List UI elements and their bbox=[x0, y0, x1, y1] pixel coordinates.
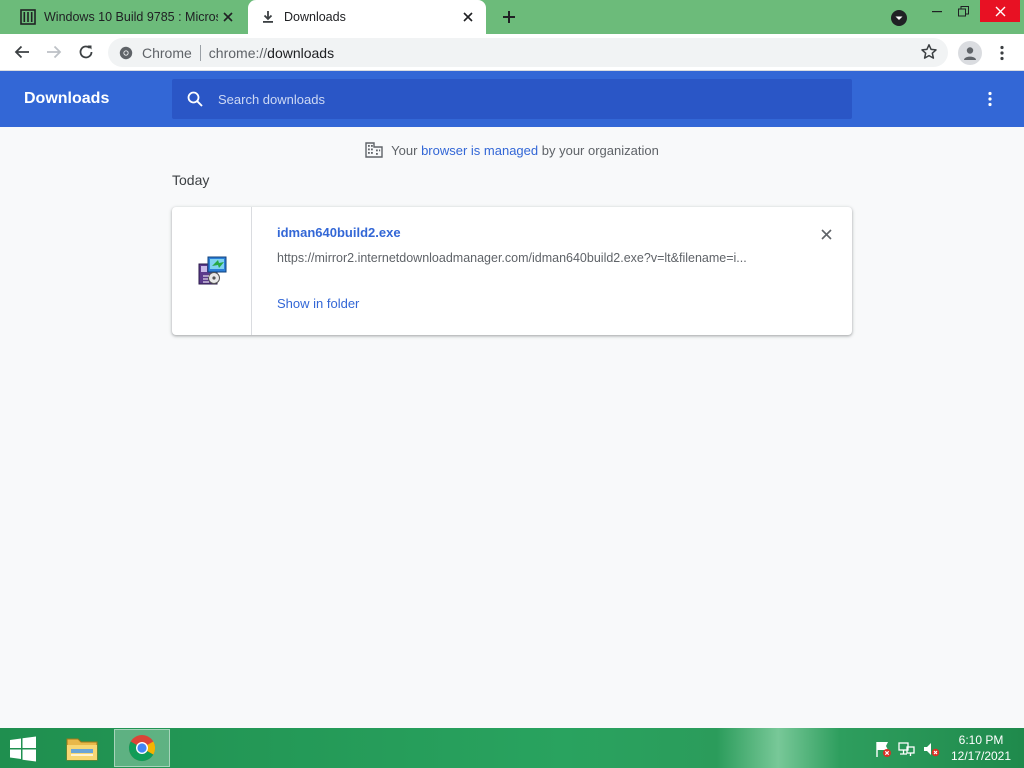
close-icon bbox=[995, 6, 1005, 16]
arrow-right-icon bbox=[47, 45, 62, 59]
taskbar-chrome[interactable] bbox=[114, 729, 170, 767]
omnibox-divider bbox=[199, 44, 201, 61]
system-clock[interactable]: 6:10 PM 12/17/2021 bbox=[944, 732, 1018, 764]
download-icon bbox=[260, 9, 276, 25]
person-icon bbox=[964, 47, 976, 60]
tab-strip: Windows 10 Build 9785 : Microsoft Downlo… bbox=[0, 0, 1024, 34]
window-close-button[interactable] bbox=[980, 0, 1020, 22]
bookmark-star-button[interactable] bbox=[920, 43, 940, 63]
start-button[interactable] bbox=[8, 736, 40, 762]
url-text: chrome://downloads bbox=[209, 45, 334, 61]
plus-icon bbox=[503, 11, 515, 23]
site-label: Chrome bbox=[142, 44, 192, 61]
clock-time: 6:10 PM bbox=[958, 733, 1004, 747]
search-icon bbox=[187, 91, 203, 107]
building-icon bbox=[365, 142, 383, 158]
tab-search-button[interactable] bbox=[890, 9, 908, 27]
reload-button[interactable] bbox=[74, 40, 98, 64]
page-title: Downloads bbox=[24, 90, 110, 107]
archive-icon bbox=[20, 9, 36, 25]
reload-icon bbox=[79, 45, 93, 59]
chevron-down-circle-icon bbox=[891, 10, 907, 26]
download-filename-link[interactable]: idman640build2.exe bbox=[277, 225, 401, 240]
network-icon[interactable] bbox=[898, 740, 916, 758]
date-group-heading: Today bbox=[172, 172, 210, 188]
new-tab-button[interactable] bbox=[498, 7, 520, 27]
back-button[interactable] bbox=[10, 40, 34, 64]
clock-date: 12/17/2021 bbox=[950, 749, 1012, 763]
browser-toolbar: Chrome chrome://downloads bbox=[0, 34, 1024, 71]
arrow-left-icon bbox=[14, 45, 29, 59]
browser-menu-button[interactable] bbox=[992, 41, 1012, 65]
managed-prefix: Your bbox=[391, 142, 418, 158]
search-placeholder: Search downloads bbox=[218, 91, 325, 107]
address-bar[interactable]: Chrome chrome://downloads bbox=[108, 38, 948, 67]
taskbar-file-explorer[interactable] bbox=[54, 729, 110, 767]
chrome-site-icon bbox=[118, 45, 134, 61]
action-center-flag-icon[interactable] bbox=[874, 740, 892, 758]
more-vert-icon bbox=[988, 91, 992, 107]
windows-taskbar: 6:10 PM 12/17/2021 bbox=[0, 728, 1024, 768]
more-vert-icon bbox=[1000, 45, 1004, 61]
browser-managed-link[interactable]: browser is managed bbox=[421, 143, 538, 158]
downloads-menu-button[interactable] bbox=[980, 89, 1000, 109]
url-host: downloads bbox=[267, 44, 335, 61]
minimize-icon bbox=[932, 11, 942, 13]
show-in-folder-link[interactable]: Show in folder bbox=[277, 296, 359, 311]
downloads-header: Downloads Search downloads bbox=[0, 71, 1024, 127]
folder-icon bbox=[66, 738, 98, 761]
remove-download-button[interactable] bbox=[816, 224, 836, 244]
restore-button[interactable] bbox=[952, 0, 974, 22]
profile-button[interactable] bbox=[958, 41, 982, 65]
close-tab-icon[interactable] bbox=[218, 7, 238, 27]
minimize-button[interactable] bbox=[926, 0, 948, 22]
installer-icon bbox=[198, 256, 226, 285]
tab-title: Windows 10 Build 9785 : Microsoft bbox=[44, 10, 218, 24]
tab-windows-10-build[interactable]: Windows 10 Build 9785 : Microsoft bbox=[8, 0, 246, 34]
chrome-icon bbox=[128, 735, 156, 762]
star-icon bbox=[921, 44, 937, 59]
close-icon bbox=[820, 228, 832, 240]
search-downloads-field[interactable]: Search downloads bbox=[172, 79, 852, 119]
download-source-url[interactable]: https://mirror2.internetdownloadmanager.… bbox=[277, 251, 777, 265]
url-scheme: chrome:// bbox=[208, 44, 268, 61]
tab-title: Downloads bbox=[284, 10, 346, 24]
windows-logo-icon bbox=[10, 736, 36, 762]
download-item-card: idman640build2.exe https://mirror2.inter… bbox=[172, 207, 852, 335]
managed-notice: Your browser is managed by your organiza… bbox=[0, 140, 1024, 160]
forward-button[interactable] bbox=[42, 40, 66, 64]
close-tab-icon[interactable] bbox=[458, 7, 478, 27]
file-icon-column bbox=[172, 207, 252, 335]
tab-downloads[interactable]: Downloads bbox=[248, 0, 486, 34]
volume-muted-icon[interactable] bbox=[922, 740, 940, 758]
restore-icon bbox=[957, 5, 969, 16]
managed-suffix: by your organization bbox=[541, 142, 659, 158]
